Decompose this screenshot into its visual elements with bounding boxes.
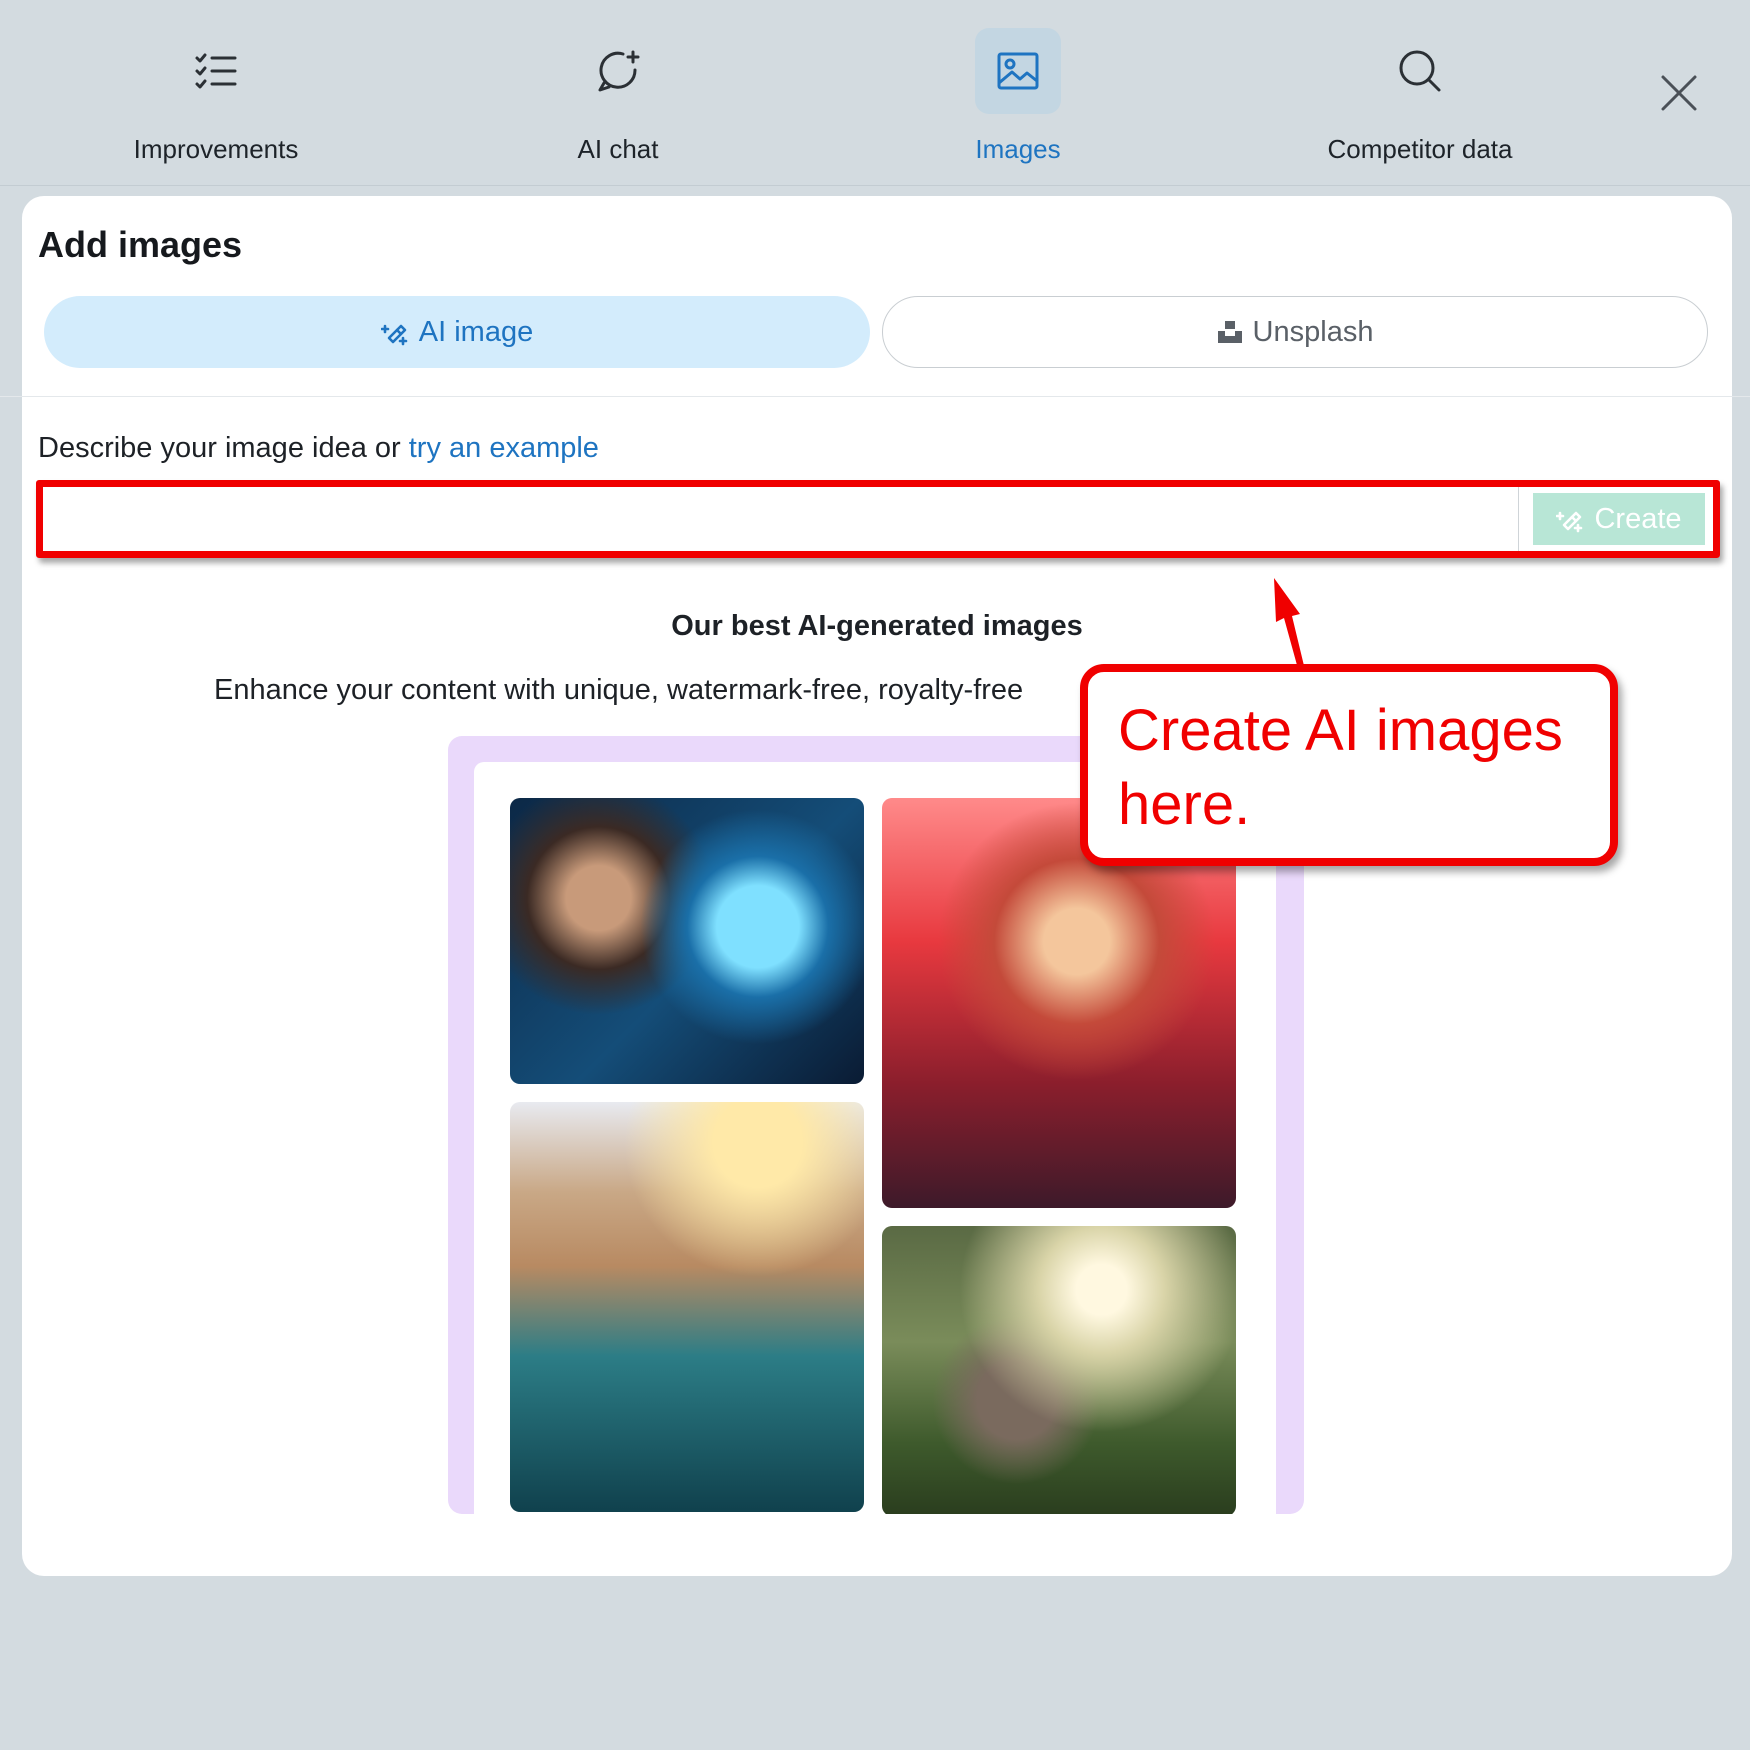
unsplash-toggle[interactable]: Unsplash [882, 296, 1708, 368]
callout-line-1: Create AI images [1118, 698, 1563, 763]
tab-bar: Improvements AI chat Images Competitor d… [0, 0, 1750, 186]
sample-image-lion-mouse [882, 1226, 1236, 1514]
panel-title: Add images [38, 224, 243, 265]
add-images-panel: Add images AI image Unsplash Describe yo… [0, 196, 1750, 1576]
tab-label: Images [975, 134, 1061, 164]
try-example-link[interactable]: try an example [409, 432, 599, 464]
tab-ai-chat[interactable]: AI chat [418, 28, 818, 168]
tab-images[interactable]: Images [818, 28, 1218, 168]
unsplash-label: Unsplash [1252, 315, 1374, 348]
close-button[interactable] [1654, 68, 1704, 118]
annotation-callout: Create AI images here. [1080, 664, 1618, 866]
callout-line-2: here. [1118, 772, 1251, 837]
gallery-card [474, 762, 1276, 1514]
ai-image-toggle[interactable]: AI image [44, 296, 870, 368]
magic-wand-icon [1556, 511, 1583, 533]
describe-prompt: Describe your image idea or try an examp… [38, 432, 599, 465]
tab-label: Improvements [133, 134, 299, 164]
tab-improvements[interactable]: Improvements [16, 28, 416, 168]
search-icon [1377, 28, 1463, 114]
unsplash-icon [1217, 321, 1242, 343]
tab-label: Competitor data [1327, 134, 1513, 164]
section-divider [0, 396, 1750, 397]
image-prompt-input[interactable] [43, 487, 1519, 551]
close-icon [1661, 75, 1697, 111]
tab-competitor-data[interactable]: Competitor data [1220, 28, 1620, 168]
callout-arrow-icon [1274, 578, 1306, 676]
create-button[interactable]: Create [1533, 493, 1705, 545]
ai-image-label: AI image [418, 315, 534, 348]
chat-sparkle-icon [575, 28, 661, 114]
tab-label: AI chat [577, 134, 659, 164]
input-highlight-box: Create [36, 480, 1720, 558]
enhance-description: Enhance your content with unique, waterm… [214, 674, 1024, 706]
best-images-title: Our best AI-generated images [671, 610, 1083, 642]
sample-image-tech-man [510, 798, 864, 1084]
describe-text: Describe your image idea or [38, 432, 409, 464]
magic-wand-icon [380, 324, 408, 346]
create-label: Create [1594, 502, 1682, 535]
image-icon [975, 28, 1061, 114]
checklist-icon [173, 28, 259, 114]
sample-image-drone-coast [510, 1102, 864, 1512]
